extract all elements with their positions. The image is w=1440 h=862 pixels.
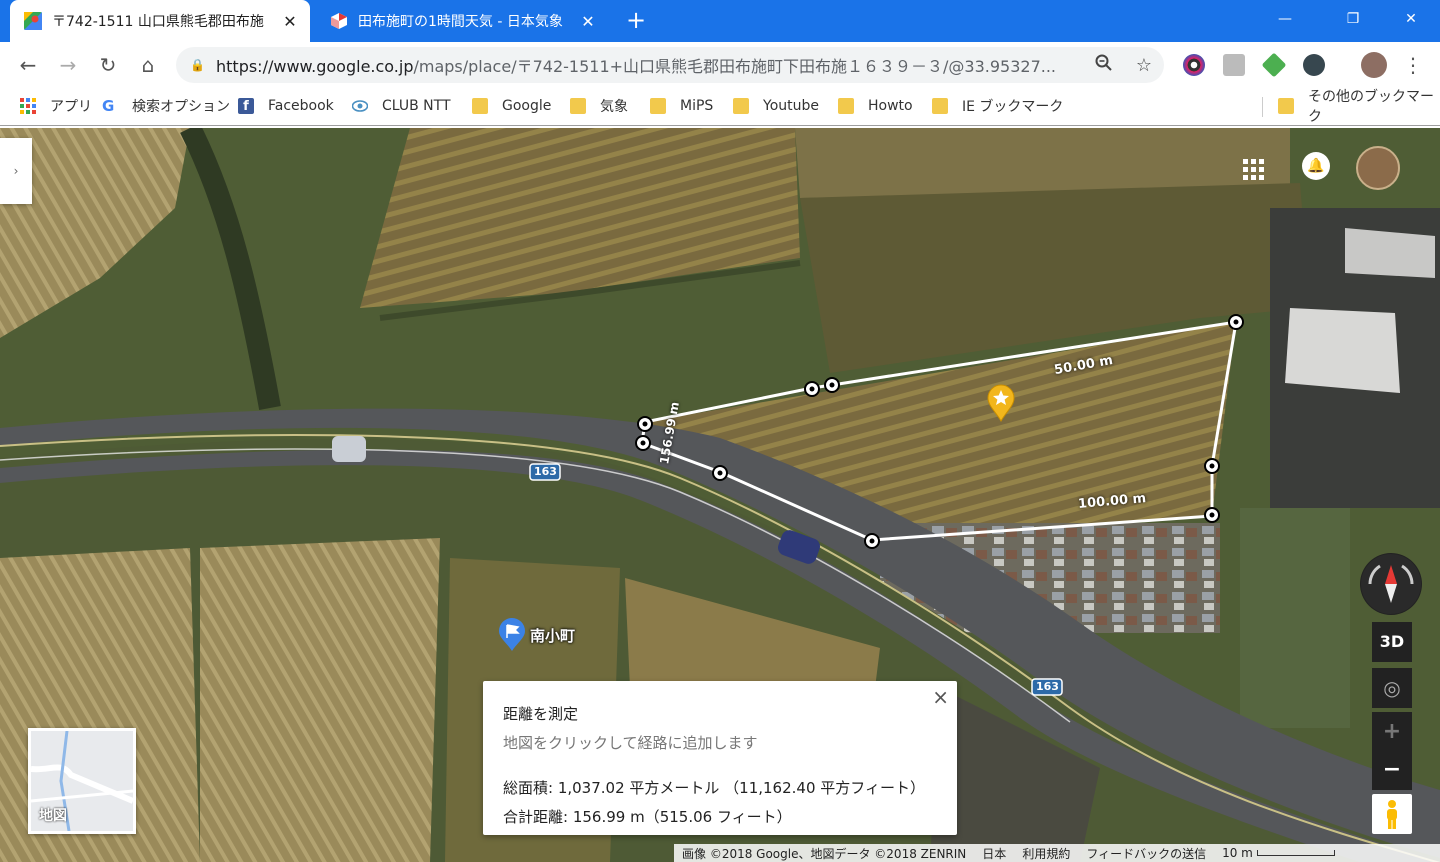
url-path: /maps/place/〒742-1511+山口県熊毛郡田布施町下田布施１６３９… [413,57,1057,76]
bookmark-label: Howto [868,98,913,114]
reload-button[interactable]: ↻ [93,50,123,80]
account-avatar[interactable] [1356,146,1400,190]
bookmark-label: 検索オプション [132,99,230,115]
grammar-extension-icon[interactable] [1303,54,1325,76]
bookmark-apps[interactable]: アプリ [20,88,92,124]
folder-icon [838,98,854,114]
imagery-attribution: 画像 ©2018 Google、地図データ ©2018 ZENRIN [682,846,967,861]
tab-google-maps[interactable]: 〒742-1511 山口県熊毛郡田布施 ✕ [10,0,310,42]
measure-hint: 地図をクリックして経路に追加します [503,734,758,752]
new-tab-button[interactable]: + [622,6,650,34]
place-name: 南小町 [530,626,576,645]
saved-place-star-pin-icon[interactable] [986,384,1016,422]
close-tab-icon[interactable]: ✕ [578,12,598,31]
map-footer: 画像 ©2018 Google、地図データ ©2018 ZENRIN 日本 利用… [674,844,1440,862]
route-163-label: 163 [534,465,557,478]
folder-icon [570,98,586,114]
bookmark-label: アプリ [50,99,92,115]
bookmark-folder-google[interactable]: Google [472,88,551,124]
google-maps-icon [24,12,42,30]
browser-toolbar: ← → ↻ ⌂ 🔒 https://www.google.co.jp/maps/… [0,42,1440,88]
close-window-button[interactable]: ✕ [1380,0,1440,38]
color-picker-extension-icon[interactable] [1183,54,1205,76]
bookmark-folder-howto[interactable]: Howto [838,88,913,124]
tab-title: 〒742-1511 山口県熊毛郡田布施 [52,14,264,30]
forward-button[interactable]: → [53,50,83,80]
place-label-minamikomachi[interactable]: 南小町 [498,618,575,652]
satellite-map[interactable]: 50.00 m 100.00 m 156.99 m 163 163 南小町 › … [0,128,1440,862]
bookmark-folder-youtube[interactable]: Youtube [733,88,819,124]
folder-icon [472,98,488,114]
url-text[interactable]: https://www.google.co.jp/maps/place/〒742… [216,53,1084,77]
map-type-label: 地図 [39,808,67,824]
google-g-icon: G [102,97,115,115]
folder-icon [733,98,749,114]
folder-icon [650,98,666,114]
address-bar[interactable]: 🔒 https://www.google.co.jp/maps/place/〒7… [176,47,1164,83]
measure-total-area: 総面積: 1,037.02 平方メートル （11,162.40 平方フィート） [503,779,925,797]
url-host: https://www.google.co.jp [216,57,414,76]
bookmarks-divider [1262,97,1263,117]
bookmark-folder-ie[interactable]: IE ブックマーク [932,88,1063,124]
bookmark-folder-weather[interactable]: 気象 [570,88,628,124]
eye-icon [352,100,368,112]
home-button[interactable]: ⌂ [133,50,163,80]
pegman-icon [1387,800,1397,829]
country-link[interactable]: 日本 [982,845,1006,862]
map-type-toggle[interactable]: 地図 [28,728,136,834]
bookmark-label: MiPS [680,98,714,114]
bookmark-star-icon[interactable]: ☆ [1124,55,1164,76]
3d-toggle-button[interactable]: 3D [1372,622,1412,662]
menu-icon[interactable]: ⋮ [1398,50,1428,80]
maximize-button[interactable]: ❐ [1322,0,1384,38]
bookmark-other[interactable]: その他のブックマーク [1278,88,1440,125]
bookmark-search-options[interactable]: G 検索オプション [102,88,230,124]
zoom-in-button[interactable]: + [1372,712,1412,752]
bookmark-label: 気象 [600,99,628,115]
facebook-icon: f [238,98,254,114]
notifications-bell-icon[interactable]: 🔔 [1302,152,1330,180]
green-extension-icon[interactable] [1261,52,1287,78]
measure-distance-card: 距離を測定 地図をクリックして経路に追加します 総面積: 1,037.02 平方… [483,681,957,835]
close-tab-icon[interactable]: ✕ [280,12,300,31]
terms-link[interactable]: 利用規約 [1022,845,1070,862]
bookmark-club-ntt[interactable]: CLUB NTT [352,88,451,124]
bookmarks-bar: アプリ G 検索オプション f Facebook CLUB NTT Google… [0,88,1440,126]
close-measure-button[interactable]: × [932,685,949,709]
pegman-street-view-button[interactable] [1372,794,1412,834]
lock-icon: 🔒 [190,58,205,72]
my-location-icon[interactable]: ◎ [1372,668,1412,708]
bookmark-label: その他のブックマーク [1308,89,1434,125]
back-button[interactable]: ← [13,50,43,80]
feedback-link[interactable]: フィードバックの送信 [1086,845,1206,862]
compass-icon[interactable] [1360,553,1422,615]
flag-pin-icon [499,618,525,651]
bookmark-folder-mips[interactable]: MiPS [650,88,713,124]
bookmark-label: Facebook [268,98,334,114]
minimize-button[interactable]: — [1254,0,1316,38]
measure-title: 距離を測定 [503,705,579,723]
profile-avatar[interactable] [1361,52,1387,78]
tab-weather[interactable]: 田布施町の1時間天気 - 日本気象 ✕ [316,0,608,42]
apps-grid-icon [20,98,36,114]
rss-extension-icon[interactable] [1223,54,1245,76]
google-apps-grid-icon[interactable] [1238,154,1270,186]
bookmark-label: Google [502,98,552,114]
expand-side-panel-button[interactable]: › [0,138,32,204]
route-163-label: 163 [1036,680,1059,693]
tab-strip: 〒742-1511 山口県熊毛郡田布施 ✕ 田布施町の1時間天気 - 日本気象 … [0,0,1440,42]
measure-total-distance: 合計距離: 156.99 m（515.06 フィート） [503,808,792,826]
zoom-out-button[interactable]: − [1372,750,1412,790]
folder-icon [1278,98,1294,114]
bookmark-label: CLUB NTT [382,98,451,114]
bookmark-label: IE ブックマーク [962,99,1064,115]
folder-icon [932,98,948,114]
tab-title: 田布施町の1時間天気 - 日本気象 [358,14,563,30]
zoom-icon[interactable] [1084,54,1124,77]
bookmark-facebook[interactable]: f Facebook [238,88,334,124]
bookmark-label: Youtube [763,98,819,114]
weather-icon [331,13,347,29]
scale-label[interactable]: 10 m [1222,846,1253,860]
scale-bar [1256,850,1335,856]
